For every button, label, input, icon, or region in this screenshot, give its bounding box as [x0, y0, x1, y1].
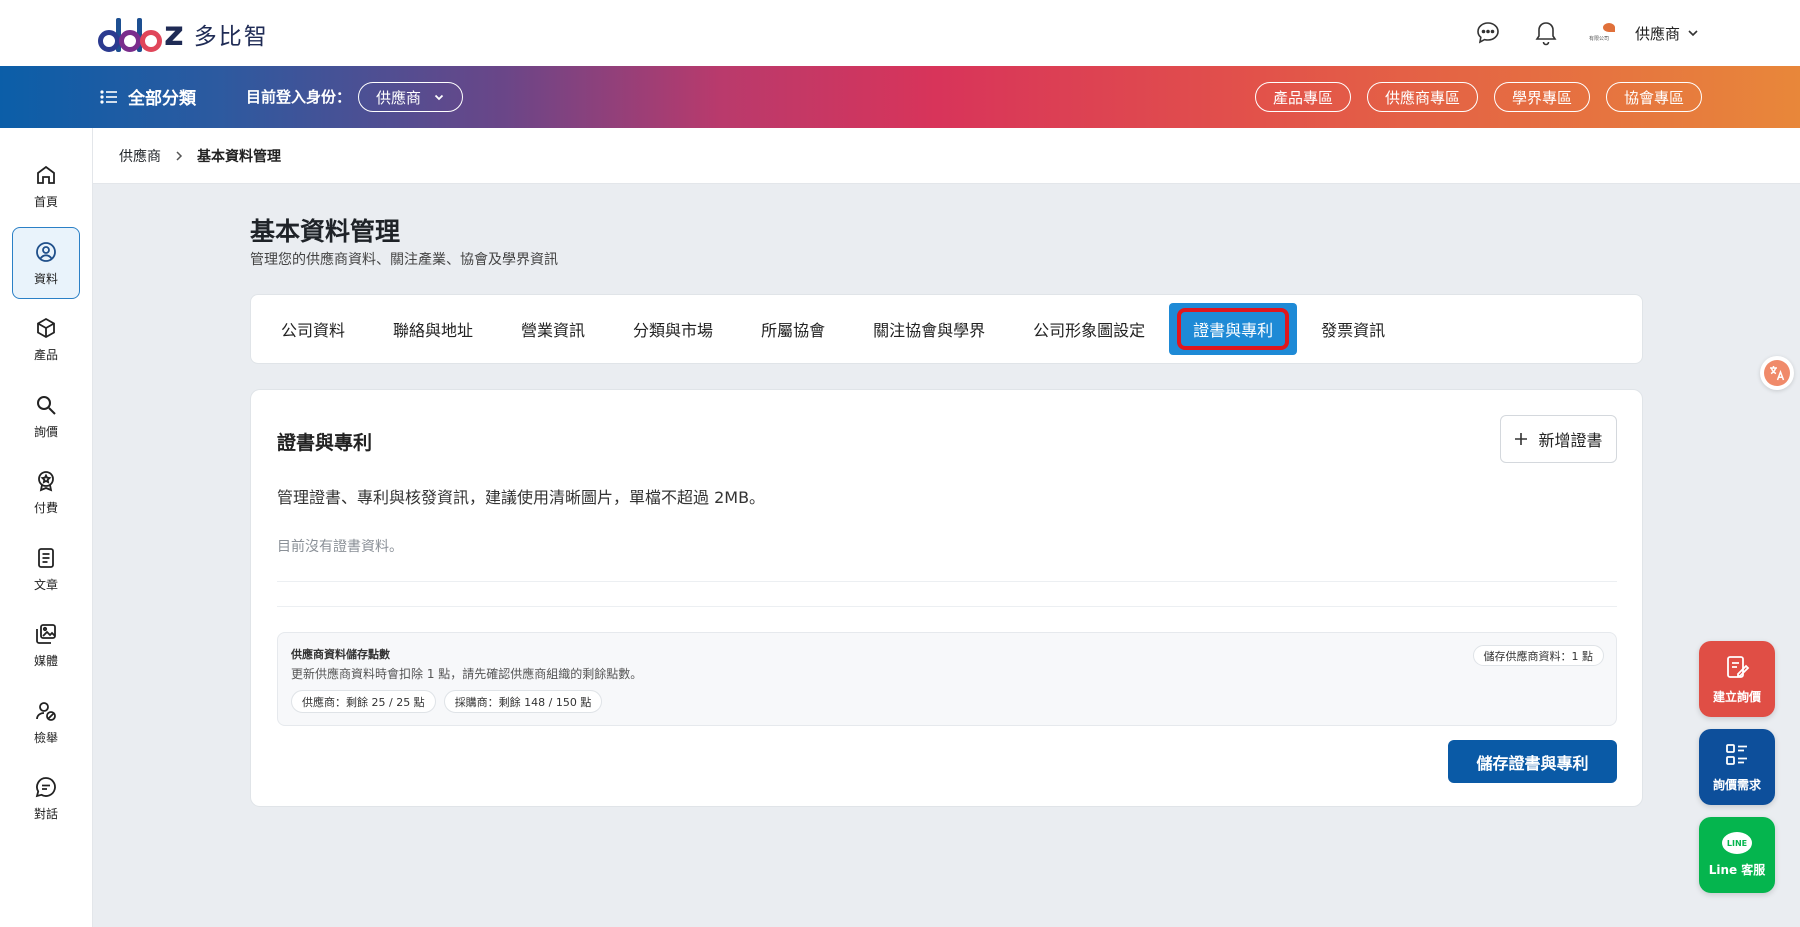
tab-associations[interactable]: 所屬協會 [737, 303, 849, 355]
empty-state: 目前沒有證書資料。 [277, 539, 403, 555]
logo-mark [98, 16, 162, 52]
page-subtitle: 管理您的供應商資料、關注產業、協會及學界資訊 [250, 252, 558, 268]
add-certificate-button[interactable]: 新增證書 [1500, 415, 1617, 463]
edit-document-icon [1727, 656, 1750, 678]
tab-category-market[interactable]: 分類與市場 [609, 303, 737, 355]
tab-business-info[interactable]: 營業資訊 [497, 303, 609, 355]
certificates-card: 證書與專利 新增證書 管理證書、專利與核發資訊，建議使用清晰圖片，單檔不超過 2… [250, 389, 1643, 807]
zone-products-button[interactable]: 產品專區 [1254, 82, 1351, 112]
points-panel: 供應商資料儲存點數 更新供應商資料時會扣除 1 點，請先確認供應商組織的剩餘點數… [277, 632, 1617, 726]
tab-company-image[interactable]: 公司形象圖設定 [1009, 303, 1169, 355]
supplier-points-chip: 供應商：剩餘 25 / 25 點 [291, 690, 436, 713]
category-navbar: 全部分類 目前登入身份： 供應商 產品專區 供應商專區 學界專區 協會專區 [0, 66, 1800, 128]
breadcrumb-parent[interactable]: 供應商 [119, 146, 161, 166]
zone-links: 產品專區 供應商專區 學界專區 協會專區 [1254, 82, 1702, 112]
box-icon [37, 317, 55, 338]
document-icon [38, 547, 54, 568]
line-icon: LINE [1722, 832, 1752, 854]
points-title: 供應商資料儲存點數 [291, 648, 390, 661]
translate-button[interactable] [1760, 356, 1794, 390]
page-title: 基本資料管理 [250, 217, 401, 246]
translate-icon [1764, 360, 1790, 386]
all-categories-button[interactable]: 全部分類 [100, 84, 196, 109]
identity-select[interactable]: 供應商 [358, 82, 463, 112]
zone-academia-button[interactable]: 學界專區 [1493, 82, 1590, 112]
media-icon [36, 623, 56, 644]
points-description: 更新供應商資料時會扣除 1 點，請先確認供應商組織的剩餘點數。 [291, 667, 643, 681]
sidebar-item-articles[interactable]: 文章 [12, 533, 80, 605]
tab-contact-address[interactable]: 聯絡與地址 [369, 303, 497, 355]
company-logo: 有限公司 [1589, 23, 1629, 43]
tab-followed-associations[interactable]: 關注協會與學界 [849, 303, 1009, 355]
site-logo[interactable]: z 多比智 [98, 16, 269, 52]
logo-text: 多比智 [193, 24, 269, 50]
sidebar-item-inquiry[interactable]: 詢價 [12, 380, 80, 452]
divider [277, 606, 1617, 607]
sidebar-item-profile[interactable]: 資料 [12, 227, 80, 299]
list-icon [100, 89, 117, 104]
divider [277, 581, 1617, 582]
plus-icon [1515, 433, 1528, 445]
badge-icon [38, 470, 54, 491]
sidebar-item-products[interactable]: 產品 [12, 303, 80, 375]
chevron-down-icon [434, 94, 444, 101]
profile-tabs: 公司資料 聯絡與地址 營業資訊 分類與市場 所屬協會 關注協會與學界 公司形象圖… [250, 294, 1643, 364]
chat-icon [35, 776, 56, 797]
tab-invoice-info[interactable]: 發票資訊 [1297, 303, 1409, 355]
inquiry-needs-button[interactable]: 詢價需求 [1699, 729, 1775, 805]
sidebar-item-home[interactable]: 首頁 [12, 150, 80, 222]
breadcrumb: 供應商 基本資料管理 [93, 128, 1800, 184]
breadcrumb-current: 基本資料管理 [197, 148, 281, 165]
sidebar-item-media[interactable]: 媒體 [12, 609, 80, 681]
sidebar: 首頁 資料 產品 詢價 付費 文章 媒體 檢舉 對話 [0, 128, 93, 927]
bell-icon[interactable] [1531, 18, 1561, 48]
logo-z: z [164, 14, 184, 54]
buyer-points-chip: 採購商：剩餘 148 / 150 點 [443, 690, 603, 713]
identity-label: 目前登入身份： [246, 88, 352, 106]
points-cost-badge: 儲存供應商資料：1 點 [1472, 645, 1604, 666]
top-header: z 多比智 有限公司 供應商 [0, 0, 1800, 66]
tab-company-info[interactable]: 公司資料 [257, 303, 369, 355]
list-grid-icon [1726, 744, 1747, 765]
header-actions: 有限公司 供應商 [1473, 18, 1700, 48]
zone-associations-button[interactable]: 協會專區 [1605, 82, 1702, 112]
report-icon [36, 701, 56, 721]
chevron-right-icon [176, 150, 183, 161]
home-icon [37, 165, 55, 184]
search-icon [37, 395, 56, 415]
chevron-down-icon [1688, 30, 1698, 37]
card-description: 管理證書、專利與核發資訊，建議使用清晰圖片，單檔不超過 2MB。 [277, 488, 766, 507]
user-name: 供應商 [1634, 24, 1680, 43]
create-inquiry-button[interactable]: 建立詢價 [1699, 641, 1775, 717]
sidebar-item-payment[interactable]: 付費 [12, 456, 80, 528]
user-menu[interactable]: 有限公司 供應商 [1589, 23, 1700, 44]
card-title: 證書與專利 [277, 432, 373, 454]
sidebar-item-chat[interactable]: 對話 [12, 762, 80, 834]
tab-certificates-patents[interactable]: 證書與專利 [1169, 303, 1298, 355]
sidebar-item-report[interactable]: 檢舉 [12, 686, 80, 758]
chat-icon[interactable] [1473, 18, 1503, 48]
line-service-button[interactable]: LINE Line 客服 [1699, 817, 1775, 893]
user-circle-icon [36, 241, 56, 262]
save-certificates-button[interactable]: 儲存證書與專利 [1448, 740, 1617, 783]
zone-suppliers-button[interactable]: 供應商專區 [1366, 82, 1478, 112]
points-balance: 供應商：剩餘 25 / 25 點 採購商：剩餘 148 / 150 點 [291, 690, 603, 713]
